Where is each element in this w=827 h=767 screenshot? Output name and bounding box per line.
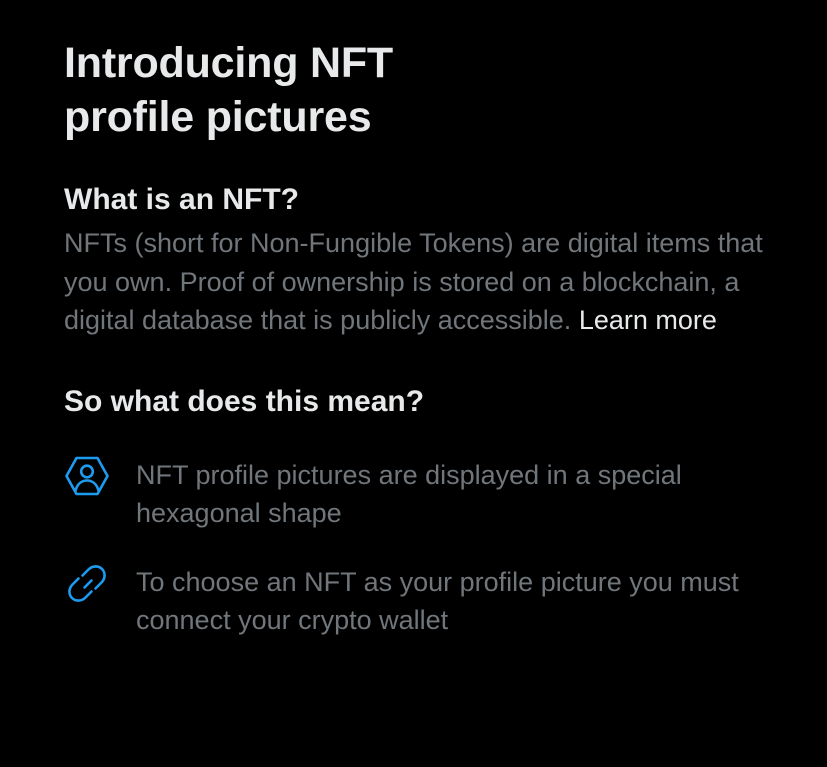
feature-hexagonal-text: NFT profile pictures are displayed in a … (136, 459, 682, 528)
learn-more-link[interactable]: Learn more (579, 305, 717, 335)
what-does-this-mean-heading: So what does this mean? (64, 384, 425, 418)
hexagon-profile-icon (64, 453, 110, 499)
modal-title: Introducing NFT profile pictures (64, 39, 393, 141)
link-chain-icon (64, 560, 110, 606)
feature-hexagonal-shape: NFT profile pictures are displayed in a … (64, 456, 774, 532)
feature-wallet-text: To choose an NFT as your profile picture… (136, 566, 739, 635)
feature-connect-wallet: To choose an NFT as your profile picture… (64, 563, 774, 639)
what-is-nft-description: NFTs (short for Non-Fungible Tokens) are… (64, 224, 764, 340)
nft-intro-modal: Introducing NFT profile pictures What is… (64, 36, 774, 639)
what-is-nft-heading: What is an NFT? (64, 183, 299, 216)
feature-list: NFT profile pictures are displayed in a … (64, 456, 774, 639)
